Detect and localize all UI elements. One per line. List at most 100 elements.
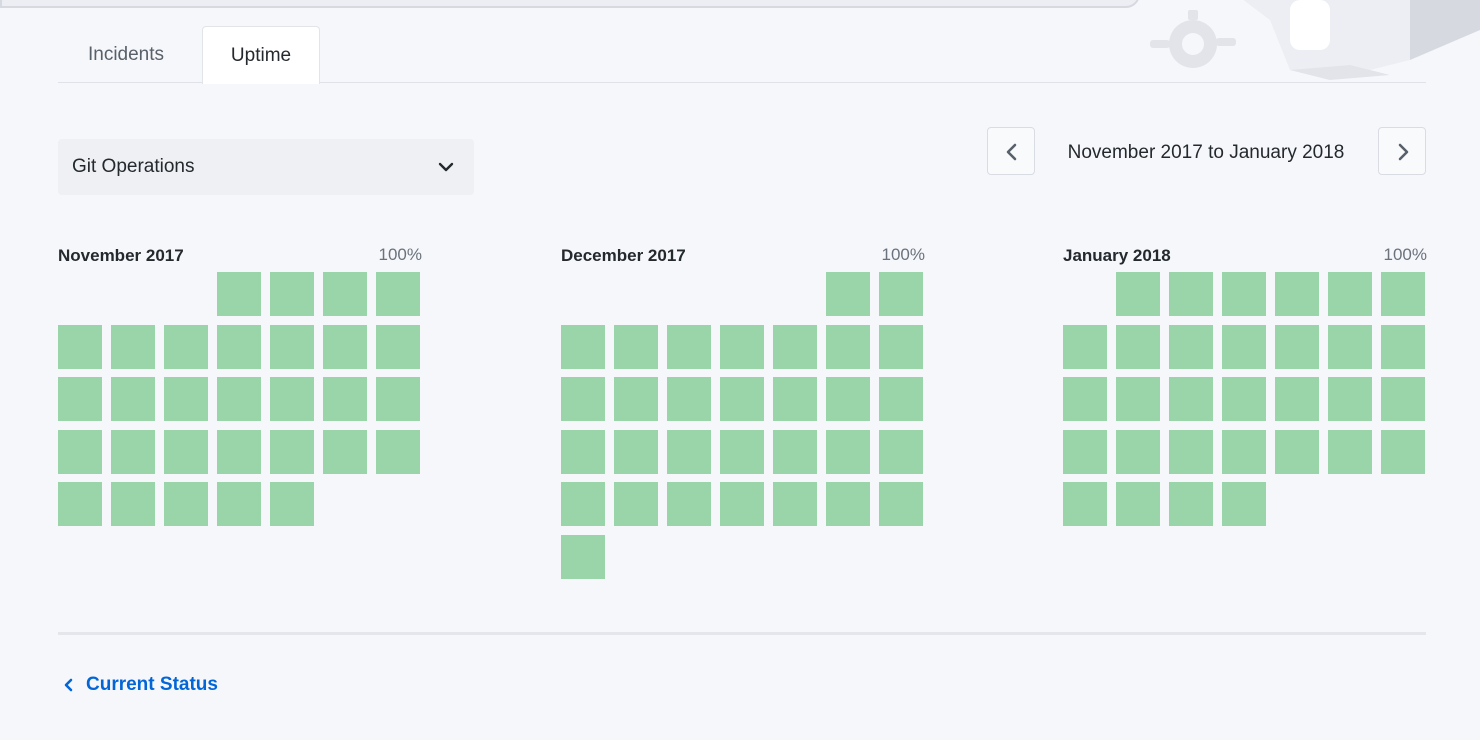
day-cell[interactable] <box>561 377 605 421</box>
day-cell[interactable] <box>270 272 314 316</box>
day-cell[interactable] <box>773 429 817 474</box>
day-cell[interactable] <box>1381 272 1425 316</box>
day-cell[interactable] <box>826 272 870 316</box>
day-cell[interactable] <box>270 429 314 474</box>
day-cell[interactable] <box>1275 429 1319 474</box>
day-cell[interactable] <box>376 272 420 316</box>
day-cell[interactable] <box>1222 482 1266 526</box>
day-cell[interactable] <box>826 377 870 421</box>
day-cell[interactable] <box>217 324 261 369</box>
day-cell[interactable] <box>879 377 923 421</box>
day-cell[interactable] <box>1063 324 1107 369</box>
day-cell[interactable] <box>376 377 420 421</box>
day-cell[interactable] <box>1275 324 1319 369</box>
day-cell[interactable] <box>614 377 658 421</box>
tab-uptime[interactable]: Uptime <box>202 26 320 84</box>
day-cell[interactable] <box>164 429 208 474</box>
day-cell[interactable] <box>323 324 367 369</box>
current-status-label: Current Status <box>86 674 218 695</box>
day-cell[interactable] <box>879 482 923 526</box>
day-cell[interactable] <box>376 429 420 474</box>
day-cell[interactable] <box>58 482 102 526</box>
day-cell[interactable] <box>667 482 711 526</box>
day-cell[interactable] <box>270 324 314 369</box>
day-cell[interactable] <box>111 324 155 369</box>
day-cell[interactable] <box>773 482 817 526</box>
day-cell[interactable] <box>1169 429 1213 474</box>
day-cell[interactable] <box>1169 272 1213 316</box>
day-cell[interactable] <box>1063 429 1107 474</box>
day-cell[interactable] <box>561 534 605 579</box>
day-cell[interactable] <box>1328 324 1372 369</box>
day-cell[interactable] <box>720 482 764 526</box>
day-cell[interactable] <box>561 482 605 526</box>
day-cell[interactable] <box>826 482 870 526</box>
day-cell[interactable] <box>614 429 658 474</box>
day-cell[interactable] <box>1328 429 1372 474</box>
day-cell[interactable] <box>1222 272 1266 316</box>
day-cell[interactable] <box>667 429 711 474</box>
day-cell[interactable] <box>773 377 817 421</box>
day-cell[interactable] <box>720 324 764 369</box>
day-cell[interactable] <box>879 429 923 474</box>
day-cell[interactable] <box>1328 272 1372 316</box>
day-cell[interactable] <box>1063 482 1107 526</box>
day-cell[interactable] <box>270 377 314 421</box>
day-cell[interactable] <box>1116 482 1160 526</box>
day-cell[interactable] <box>164 482 208 526</box>
day-cell[interactable] <box>1116 429 1160 474</box>
day-cell[interactable] <box>826 324 870 369</box>
day-cell[interactable] <box>1381 324 1425 369</box>
day-cell[interactable] <box>667 324 711 369</box>
day-cell[interactable] <box>164 324 208 369</box>
day-cell[interactable] <box>58 429 102 474</box>
day-cell[interactable] <box>614 482 658 526</box>
day-cell[interactable] <box>1275 377 1319 421</box>
day-cell[interactable] <box>111 429 155 474</box>
day-cell[interactable] <box>323 429 367 474</box>
day-cell[interactable] <box>217 429 261 474</box>
day-cell[interactable] <box>1116 324 1160 369</box>
day-cell[interactable] <box>1169 377 1213 421</box>
day-cell[interactable] <box>323 377 367 421</box>
day-cell[interactable] <box>826 429 870 474</box>
previous-range-button[interactable] <box>987 127 1035 175</box>
day-cell[interactable] <box>614 324 658 369</box>
next-range-button[interactable] <box>1378 127 1426 175</box>
day-cell[interactable] <box>561 429 605 474</box>
day-cell[interactable] <box>1222 324 1266 369</box>
day-cell[interactable] <box>561 324 605 369</box>
day-cell[interactable] <box>1169 482 1213 526</box>
day-cell[interactable] <box>1328 377 1372 421</box>
day-cell[interactable] <box>879 324 923 369</box>
day-cell[interactable] <box>667 377 711 421</box>
day-cell[interactable] <box>323 272 367 316</box>
day-cell[interactable] <box>1169 324 1213 369</box>
day-cell[interactable] <box>270 482 314 526</box>
day-cell[interactable] <box>1275 272 1319 316</box>
day-cell[interactable] <box>773 324 817 369</box>
day-cell[interactable] <box>1116 272 1160 316</box>
current-status-link[interactable]: Current Status <box>62 670 218 700</box>
day-cell[interactable] <box>1116 377 1160 421</box>
component-select[interactable]: Git Operations <box>58 139 474 195</box>
day-cell[interactable] <box>376 324 420 369</box>
day-cell[interactable] <box>111 377 155 421</box>
day-cell[interactable] <box>58 324 102 369</box>
day-cell[interactable] <box>720 429 764 474</box>
day-cell[interactable] <box>217 272 261 316</box>
day-cell[interactable] <box>879 272 923 316</box>
day-cell[interactable] <box>1381 429 1425 474</box>
tab-incidents[interactable]: Incidents <box>58 26 194 83</box>
day-cell[interactable] <box>58 377 102 421</box>
day-cell[interactable] <box>720 377 764 421</box>
day-cell[interactable] <box>1222 377 1266 421</box>
day-cell[interactable] <box>1063 377 1107 421</box>
day-cell[interactable] <box>111 482 155 526</box>
day-cell[interactable] <box>1381 377 1425 421</box>
chevron-down-icon <box>438 162 454 172</box>
day-cell[interactable] <box>217 377 261 421</box>
day-cell[interactable] <box>164 377 208 421</box>
day-cell[interactable] <box>217 482 261 526</box>
day-cell[interactable] <box>1222 429 1266 474</box>
